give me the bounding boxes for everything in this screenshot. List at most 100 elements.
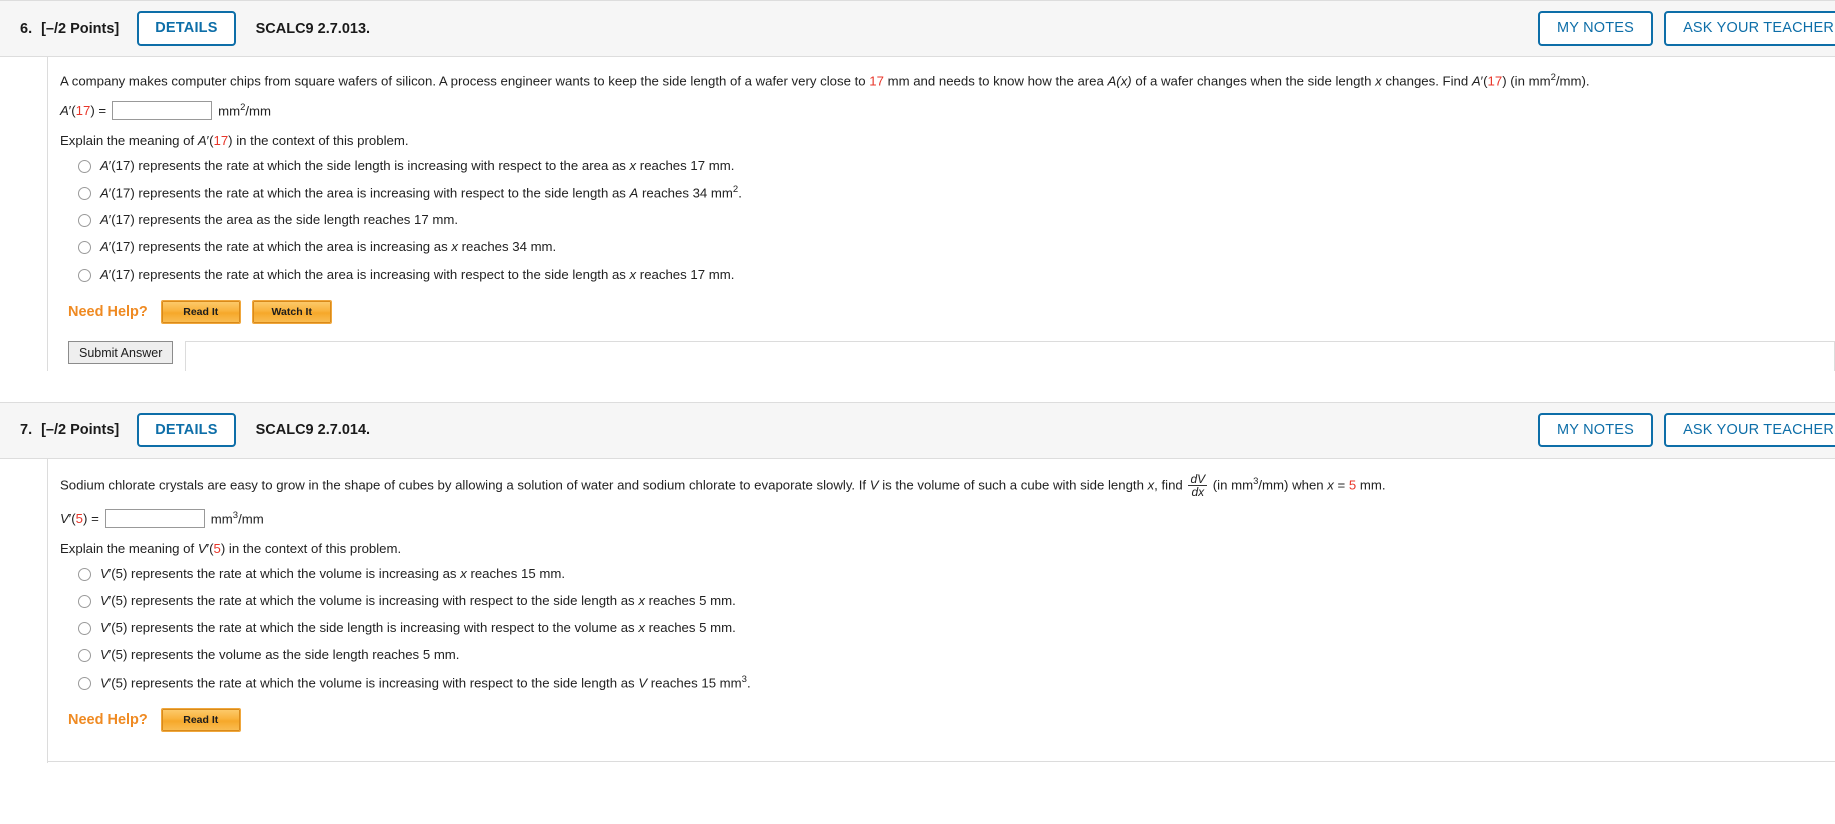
ask-your-teacher-button-6[interactable]: ASK YOUR TEACHER bbox=[1664, 11, 1835, 46]
answer-close: ) = bbox=[90, 102, 107, 118]
radio-icon[interactable] bbox=[78, 241, 91, 255]
option-row[interactable]: V′(5) represents the rate at which the s… bbox=[62, 619, 1835, 636]
details-button-7[interactable]: DETAILS bbox=[137, 412, 236, 448]
unit-pre: mm bbox=[210, 511, 233, 527]
radio-icon[interactable] bbox=[78, 622, 91, 636]
option-prime: ′(5) bbox=[108, 620, 128, 636]
option-row[interactable]: A′(17) represents the rate at which the … bbox=[62, 157, 1835, 174]
option-row[interactable]: V′(5) represents the rate at which the v… bbox=[62, 674, 1835, 692]
question-body-7: Sodium chlorate crystals are easy to gro… bbox=[47, 458, 1835, 762]
radio-icon[interactable] bbox=[78, 214, 91, 228]
option-label: V′(5) represents the volume as the side … bbox=[100, 646, 459, 663]
explain-label-6: Explain the meaning of A′(17) in the con… bbox=[60, 133, 1835, 148]
prompt-text-part4: (in mm bbox=[1209, 477, 1254, 493]
options-list-7: V′(5) represents the rate at which the v… bbox=[62, 565, 1835, 691]
option-fn: A bbox=[100, 185, 109, 201]
option-row[interactable]: A′(17) represents the rate at which the … bbox=[62, 238, 1835, 255]
my-notes-button-7[interactable]: MY NOTES bbox=[1537, 412, 1654, 448]
fraction-denominator: dx bbox=[1191, 485, 1205, 500]
read-it-button-7[interactable]: Read It bbox=[160, 708, 241, 733]
option-label: V′(5) represents the rate at which the v… bbox=[100, 565, 565, 582]
prompt-variable-x: x bbox=[1375, 73, 1382, 89]
submit-answer-button-6[interactable]: Submit Answer bbox=[68, 340, 174, 364]
radio-icon[interactable] bbox=[78, 268, 91, 282]
details-button-6[interactable]: DETAILS bbox=[137, 11, 236, 46]
radio-icon[interactable] bbox=[78, 649, 91, 663]
question-header-7: 7. [–/2 Points] DETAILS SCALC9 2.7.014. … bbox=[0, 401, 1835, 459]
read-it-button-6[interactable]: Read It bbox=[160, 299, 241, 324]
explain-fn: A bbox=[197, 132, 207, 148]
option-text: represents the rate at which the volume … bbox=[127, 565, 461, 581]
option-text: represents the rate at which the area is… bbox=[134, 239, 452, 255]
option-prime: ′(17) bbox=[108, 212, 135, 228]
answer-input-6[interactable] bbox=[112, 100, 213, 120]
explain-label-7: Explain the meaning of V′(5) in the cont… bbox=[60, 541, 1835, 556]
option-tail: reaches 34 mm bbox=[638, 185, 733, 201]
option-tail: reaches 17 mm. bbox=[636, 157, 735, 173]
answer-input-7[interactable] bbox=[104, 508, 205, 528]
option-row[interactable]: A′(17) represents the area as the side l… bbox=[62, 211, 1835, 228]
prompt-text-part5: ) (in mm bbox=[1502, 73, 1551, 89]
prompt-text-part7: mm. bbox=[1356, 477, 1386, 493]
option-text: represents the area as the side length r… bbox=[134, 212, 459, 228]
submit-row-6: Submit Answer bbox=[68, 340, 1835, 371]
option-row[interactable]: V′(5) represents the volume as the side … bbox=[62, 646, 1835, 663]
question-7-bottom-space bbox=[60, 731, 1835, 761]
option-prime: ′(5) bbox=[108, 565, 128, 581]
answer-prime: ′( bbox=[68, 102, 76, 118]
option-fn: A bbox=[100, 212, 109, 228]
option-ital: V bbox=[638, 674, 648, 690]
question-block-6: 6. [–/2 Points] DETAILS SCALC9 2.7.013. … bbox=[0, 0, 1835, 371]
option-ital: x bbox=[638, 620, 645, 636]
prompt-value-17: 17 bbox=[869, 73, 884, 89]
option-prime: ′(17) bbox=[108, 266, 135, 282]
option-tail: reaches 15 mm. bbox=[466, 565, 565, 581]
question-points-6: [–/2 Points] bbox=[41, 20, 120, 37]
option-prime: ′(5) bbox=[108, 647, 128, 663]
prompt-text-part2: mm and needs to know how the area bbox=[883, 73, 1108, 89]
question-prompt-7: Sodium chlorate crystals are easy to gro… bbox=[60, 473, 1835, 499]
question-number-7: 7. bbox=[20, 422, 33, 439]
option-text: represents the rate at which the area is… bbox=[134, 266, 630, 282]
answer-label-6: A′(17) = bbox=[60, 103, 106, 118]
option-fn: V bbox=[100, 565, 109, 581]
radio-icon[interactable] bbox=[78, 186, 91, 200]
option-text: represents the rate at which the volume … bbox=[127, 593, 639, 609]
radio-icon[interactable] bbox=[78, 159, 91, 173]
option-row[interactable]: A′(17) represents the rate at which the … bbox=[62, 266, 1835, 283]
explain-prime: ′( bbox=[206, 540, 214, 556]
explain-pre: Explain the meaning of bbox=[60, 132, 198, 148]
option-row[interactable]: V′(5) represents the rate at which the v… bbox=[62, 592, 1835, 609]
option-label: V′(5) represents the rate at which the v… bbox=[100, 592, 736, 609]
option-fn: A bbox=[100, 239, 109, 255]
question-prompt-6: A company makes computer chips from squa… bbox=[60, 71, 1835, 91]
radio-icon[interactable] bbox=[78, 676, 91, 690]
ask-your-teacher-button-7[interactable]: ASK YOUR TEACHER bbox=[1664, 412, 1835, 448]
option-fn: A bbox=[100, 157, 109, 173]
option-row[interactable]: V′(5) represents the rate at which the v… bbox=[62, 565, 1835, 582]
need-help-row-6: Need Help? Read It Watch It bbox=[68, 299, 1835, 324]
option-fn: A bbox=[100, 266, 109, 282]
options-list-6: A′(17) represents the rate at which the … bbox=[62, 157, 1835, 283]
option-prime: ′(5) bbox=[108, 593, 128, 609]
unit-post: /mm bbox=[238, 511, 264, 527]
option-row[interactable]: A′(17) represents the rate at which the … bbox=[62, 184, 1835, 202]
prompt-text-part3: , find bbox=[1154, 477, 1187, 493]
radio-icon[interactable] bbox=[78, 567, 91, 581]
option-tail2: . bbox=[738, 185, 742, 201]
explain-value: 5 bbox=[213, 540, 221, 556]
question-7-bottom-rule bbox=[47, 761, 1835, 764]
option-text: represents the rate at which the side le… bbox=[127, 620, 639, 636]
option-label: V′(5) represents the rate at which the s… bbox=[100, 619, 736, 636]
prompt-function-ax: A(x) bbox=[1107, 73, 1132, 89]
prompt-text-part6: /mm). bbox=[1555, 73, 1590, 89]
question-code-7: SCALC9 2.7.014. bbox=[255, 422, 371, 439]
explain-post: ) in the context of this problem. bbox=[220, 540, 402, 556]
answer-fn: A bbox=[60, 102, 69, 118]
watch-it-button-6[interactable]: Watch It bbox=[251, 299, 332, 324]
my-notes-button-6[interactable]: MY NOTES bbox=[1537, 11, 1654, 46]
radio-icon[interactable] bbox=[78, 595, 91, 609]
prompt-text-part3: of a wafer changes when the side length bbox=[1131, 73, 1376, 89]
need-help-row-7: Need Help? Read It bbox=[68, 708, 1835, 733]
question-number-6: 6. bbox=[20, 20, 33, 37]
